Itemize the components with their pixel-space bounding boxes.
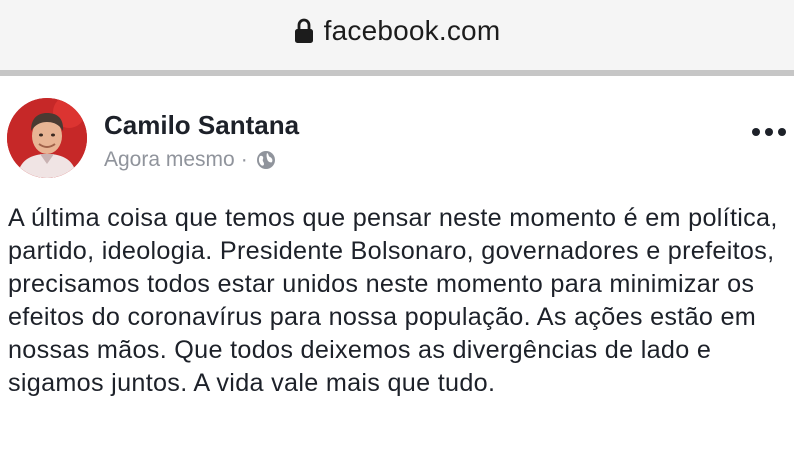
address-bar[interactable]: facebook.com bbox=[0, 0, 794, 70]
avatar[interactable] bbox=[7, 98, 87, 178]
more-horizontal-icon[interactable] bbox=[752, 126, 786, 138]
post-timestamp[interactable]: Agora mesmo bbox=[104, 148, 235, 172]
lock-icon bbox=[294, 18, 314, 44]
more-dot bbox=[752, 128, 760, 136]
post-text: A última coisa que temos que pensar nest… bbox=[8, 204, 778, 397]
screen: facebook.com Camilo Santana Agora mesmo … bbox=[0, 0, 794, 475]
address-bar-content: facebook.com bbox=[294, 15, 501, 47]
globe-icon[interactable] bbox=[256, 150, 276, 170]
facebook-post: Camilo Santana Agora mesmo · A última co… bbox=[0, 76, 794, 475]
more-dot bbox=[765, 128, 773, 136]
more-dot bbox=[778, 128, 786, 136]
post-meta: Agora mesmo · bbox=[104, 148, 276, 172]
url-text[interactable]: facebook.com bbox=[324, 15, 501, 47]
avatar-image bbox=[7, 98, 87, 178]
meta-separator: · bbox=[240, 148, 248, 171]
author-name[interactable]: Camilo Santana bbox=[104, 110, 299, 141]
